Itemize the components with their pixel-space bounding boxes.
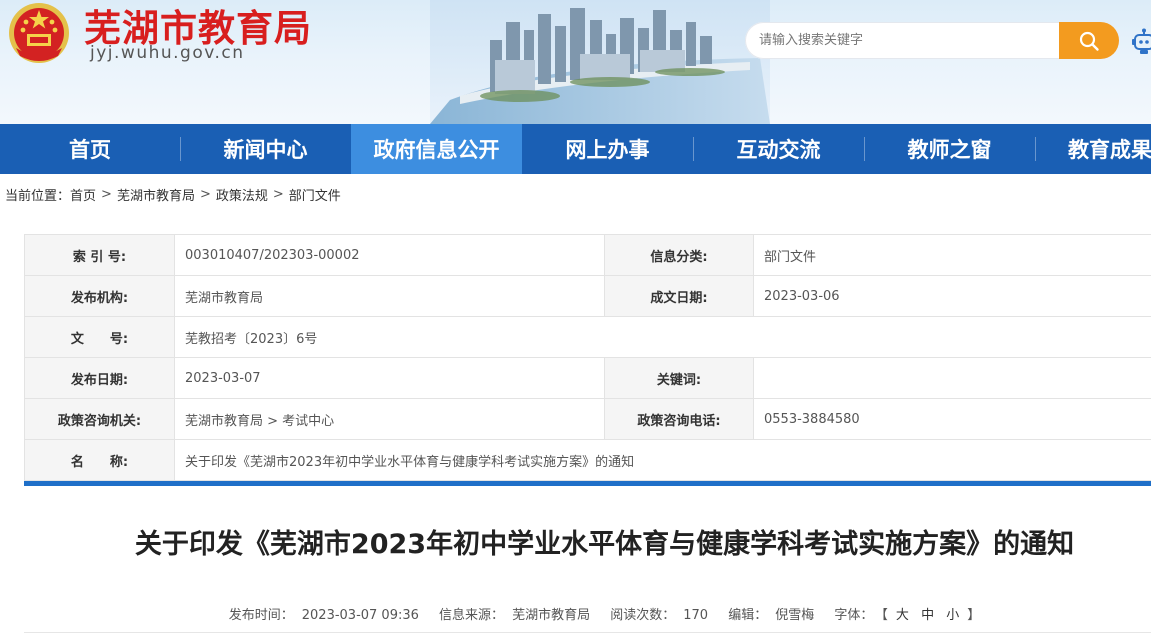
article-meta: 发布时间： 2023-03-07 09:36 信息来源： 芜湖市教育局 阅读次数： 1… xyxy=(0,604,1151,623)
site-header: 芜湖市教育局 jyj.wuhu.gov.cn xyxy=(0,0,1151,124)
info-source-label: 信息来源： xyxy=(439,608,505,623)
publish-time-value: 2023-03-07 09:36 xyxy=(301,608,419,623)
consult-phone-label: 政策咨询电话: xyxy=(604,398,754,440)
breadcrumb-bureau[interactable]: 芜湖市教育局 xyxy=(117,185,195,204)
nav-item-news[interactable]: 新闻中心 xyxy=(180,124,351,174)
table-row: 名 称: 关于印发《芜湖市2023年初中学业水平体育与健康学科考试实施方案》的通… xyxy=(24,439,1151,481)
category-value: 部门文件 xyxy=(753,234,1151,276)
table-row: 发布日期: 2023-03-07 关键词: xyxy=(24,357,1151,399)
font-bracket-close: 】 xyxy=(967,608,981,623)
font-size-label: 字体： xyxy=(834,608,874,623)
publish-time-label: 发布时间： xyxy=(228,608,294,623)
category-label: 信息分类: xyxy=(604,234,754,276)
robot-icon[interactable] xyxy=(1132,28,1151,56)
org-value: 芜湖市教育局 xyxy=(174,275,605,317)
index-label: 索 引 号: xyxy=(24,234,175,276)
nav-item-interaction[interactable]: 互动交流 xyxy=(693,124,864,174)
breadcrumb: 当前位置： 首页 > 芜湖市教育局 > 政策法规 > 部门文件 xyxy=(5,185,341,204)
nav-item-home[interactable]: 首页 xyxy=(0,124,180,174)
search-icon xyxy=(1079,31,1099,51)
breadcrumb-prefix: 当前位置： xyxy=(5,189,71,204)
view-count-label: 阅读次数： xyxy=(610,608,676,623)
font-size-small-button[interactable]: 小 xyxy=(946,608,959,623)
font-size-medium-button[interactable]: 中 xyxy=(921,608,934,623)
breadcrumb-separator: > xyxy=(101,187,112,202)
editor-value: 倪雪梅 xyxy=(775,608,815,623)
breadcrumb-separator: > xyxy=(199,187,211,202)
keywords-label: 关键词: xyxy=(604,357,754,399)
font-size-large-button[interactable]: 大 xyxy=(896,608,909,623)
national-emblem-icon xyxy=(9,3,69,63)
editor: 编辑： 倪雪梅 xyxy=(724,608,818,623)
nav-item-teachers[interactable]: 教师之窗 xyxy=(864,124,1035,174)
info-source: 信息来源： 芜湖市教育局 xyxy=(435,608,594,623)
table-row: 政策咨询机关: 芜湖市教育局 > 考试中心 政策咨询电话: 0553-38845… xyxy=(24,398,1151,440)
breadcrumb-dept-files[interactable]: 部门文件 xyxy=(289,185,341,204)
doc-name-label: 名 称: xyxy=(24,439,175,481)
publish-time: 发布时间： 2023-03-07 09:36 xyxy=(225,608,423,623)
divider xyxy=(24,632,1151,633)
doc-number-value: 芜教招考〔2023〕6号 xyxy=(174,316,1151,358)
table-row: 索 引 号: 003010407/202303-00002 信息分类: 部门文件 xyxy=(24,234,1151,276)
search-box xyxy=(745,22,1119,59)
table-row: 发布机构: 芜湖市教育局 成文日期: 2023-03-06 xyxy=(24,275,1151,317)
article-title: 关于印发《芜湖市2023年初中学业水平体育与健康学科考试实施方案》的通知 xyxy=(134,529,1075,560)
date-made-label: 成文日期: xyxy=(604,275,754,317)
font-size-control: 字体： 【大 中 小】 xyxy=(830,608,984,623)
keywords-value xyxy=(753,357,1151,399)
search-input[interactable] xyxy=(745,22,1059,59)
nav-item-gov-info[interactable]: 政府信息公开 xyxy=(351,124,522,174)
view-count: 阅读次数： 170 xyxy=(606,608,712,623)
document-info-table: 索 引 号: 003010407/202303-00002 信息分类: 部门文件… xyxy=(24,234,1151,481)
publish-date-label: 发布日期: xyxy=(24,357,175,399)
city-skyline-banner xyxy=(430,0,770,124)
table-bottom-rule xyxy=(24,481,1151,486)
breadcrumb-separator: > xyxy=(272,187,284,202)
publish-date-value: 2023-03-07 xyxy=(174,357,605,399)
view-count-value: 170 xyxy=(683,608,709,623)
font-bracket-open: 【 xyxy=(881,608,888,623)
nav-item-online-services[interactable]: 网上办事 xyxy=(522,124,693,174)
site-domain: jyj.wuhu.gov.cn xyxy=(90,43,245,63)
index-value: 003010407/202303-00002 xyxy=(174,234,605,276)
info-source-value: 芜湖市教育局 xyxy=(512,608,591,623)
editor-label: 编辑： xyxy=(728,608,768,623)
main-nav: 首页 新闻中心 政府信息公开 网上办事 互动交流 教师之窗 教育成果展 xyxy=(0,124,1151,174)
date-made-value: 2023-03-06 xyxy=(753,275,1151,317)
table-row: 文 号: 芜教招考〔2023〕6号 xyxy=(24,316,1151,358)
consult-org-value: 芜湖市教育局 > 考试中心 xyxy=(174,398,605,440)
consult-org-label: 政策咨询机关: xyxy=(24,398,175,440)
doc-name-value: 关于印发《芜湖市2023年初中学业水平体育与健康学科考试实施方案》的通知 xyxy=(174,439,1151,481)
breadcrumb-policy[interactable]: 政策法规 xyxy=(216,185,268,204)
nav-item-achievements[interactable]: 教育成果展 xyxy=(1035,124,1151,174)
search-button[interactable] xyxy=(1059,22,1119,59)
doc-number-label: 文 号: xyxy=(24,316,175,358)
org-label: 发布机构: xyxy=(24,275,175,317)
breadcrumb-home[interactable]: 首页 xyxy=(70,185,96,204)
consult-phone-value: 0553-3884580 xyxy=(753,398,1151,440)
